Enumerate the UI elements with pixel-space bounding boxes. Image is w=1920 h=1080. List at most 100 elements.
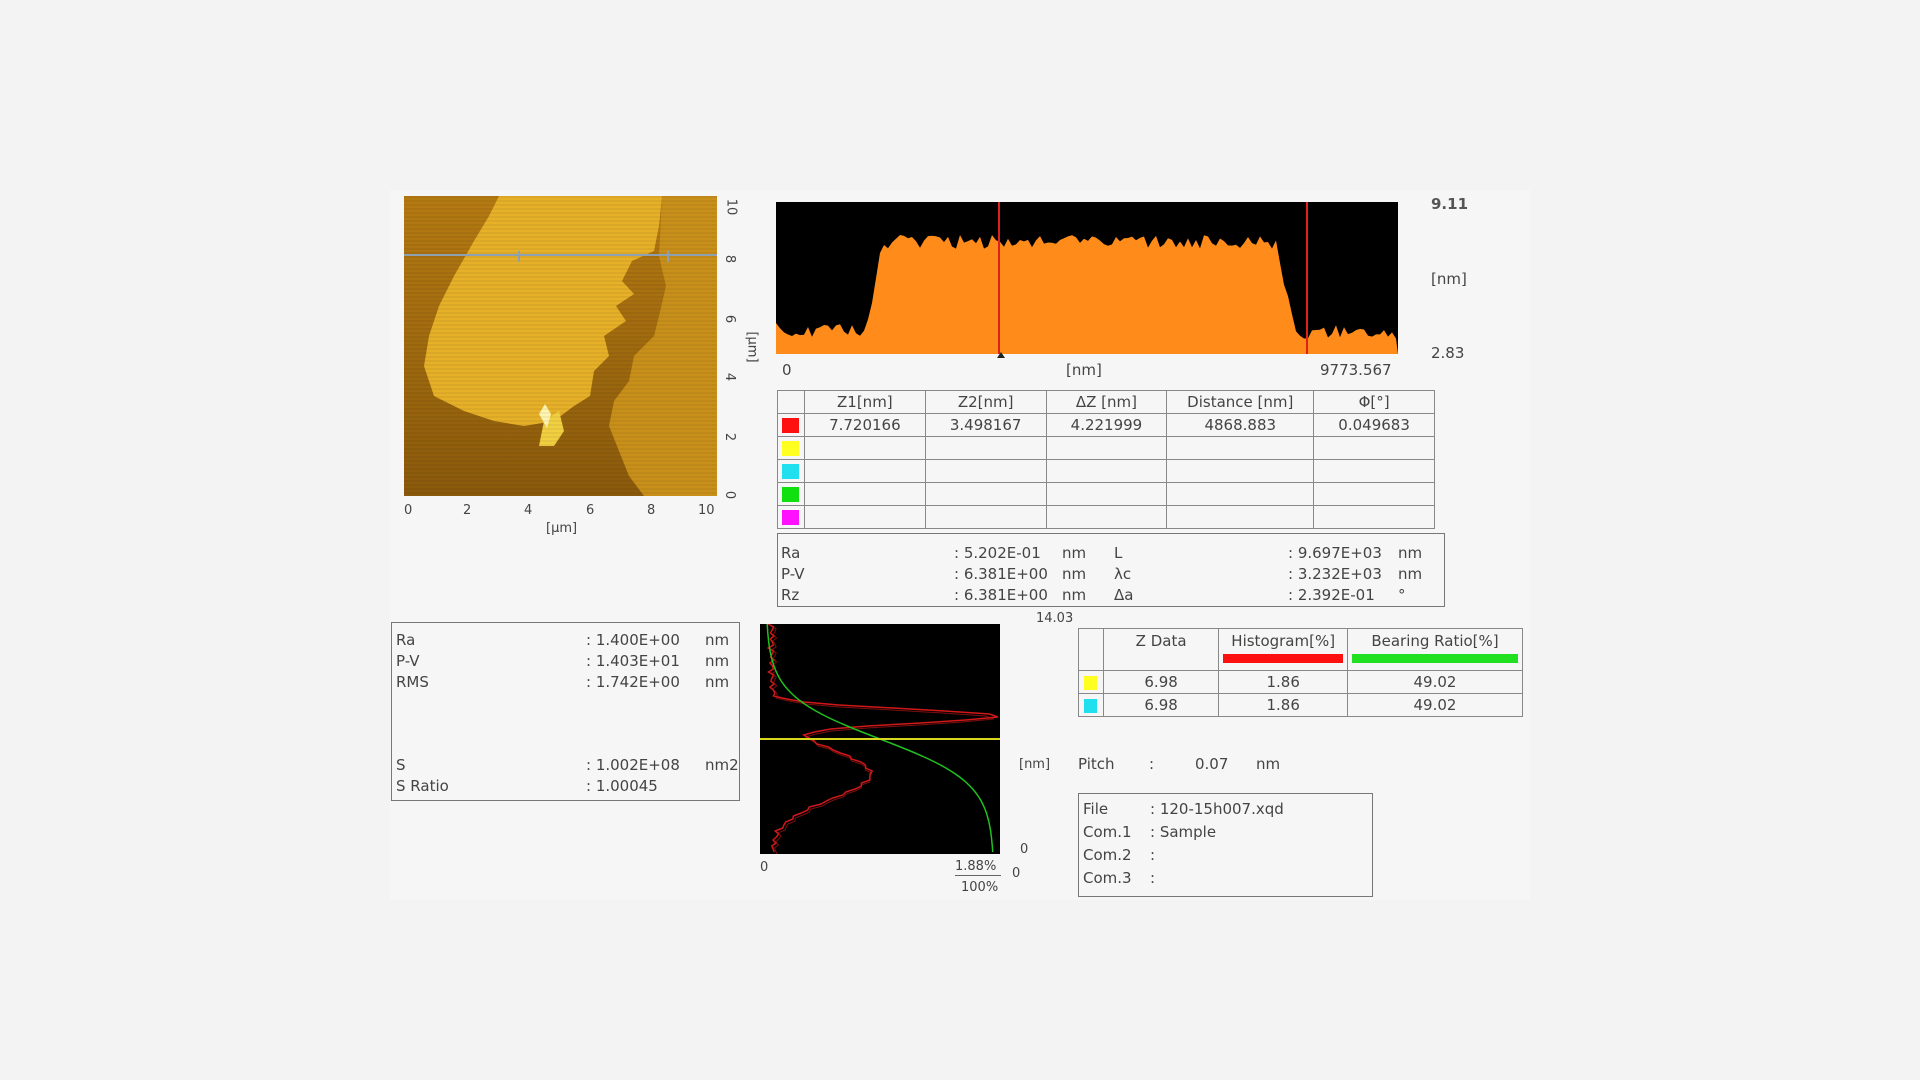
line-da-label: Δa (1114, 586, 1134, 604)
line-lc-value: : 3.232E+03 (1288, 565, 1382, 583)
table-row[interactable] (777, 505, 1435, 529)
line-rz-value: : 6.381E+00 (954, 586, 1048, 604)
line-profile[interactable] (776, 202, 1398, 354)
line-rz-unit: nm (1062, 586, 1087, 604)
com3-value: : (1150, 869, 1156, 887)
cell-z2: 3.498167 (924, 413, 1047, 437)
cell-bearing: 49.02 (1346, 693, 1524, 717)
bearing-table: Z Data Histogram[%] Bearing Ratio[%] 6.9… (1078, 628, 1524, 717)
afm-x-tick: 4 (524, 503, 533, 518)
line-l-label: L (1114, 544, 1123, 562)
cell-zdata: 6.98 (1102, 693, 1220, 717)
histogram-pct-bottom: 100% (961, 880, 999, 895)
line-l-unit: nm (1398, 544, 1423, 562)
afm-y-tick: 6 (722, 314, 738, 324)
com1-value: : Sample (1150, 823, 1217, 841)
profile-x-start: 0 (782, 361, 792, 379)
pitch-label: Pitch (1078, 755, 1115, 773)
cursor-color-swatch (782, 464, 800, 479)
area-pv-label: P-V (396, 652, 420, 670)
com1-label: Com.1 (1083, 823, 1132, 841)
histogram-unit-label: [nm] (1019, 757, 1051, 772)
bearing-cursor-swatch (1084, 675, 1098, 690)
bearing-color-bar (1351, 654, 1518, 663)
col-z1: Z1[nm] (803, 390, 926, 414)
profile-z-unit: [nm] (1431, 270, 1467, 288)
afm-y-tick: 0 (722, 490, 738, 500)
cell-bearing: 49.02 (1346, 670, 1524, 694)
file-info-box: File : 120-15h007.xqd Com.1 : Sample Com… (1078, 793, 1373, 897)
col-bearing: Bearing Ratio[%] (1346, 628, 1524, 671)
afm-x-tick: 8 (647, 503, 656, 518)
com3-label: Com.3 (1083, 869, 1132, 887)
pitch-value: 0.07 (1195, 755, 1229, 773)
line-pv-unit: nm (1062, 565, 1087, 583)
line-lc-label: λc (1114, 565, 1132, 583)
afm-y-tick: 4 (722, 372, 738, 382)
afm-y-tick: 10 (723, 198, 739, 216)
area-s-label: S (396, 756, 406, 774)
histogram-x-start: 0 (760, 860, 769, 875)
cell-histogram: 1.86 (1218, 670, 1348, 694)
table-row[interactable] (777, 436, 1435, 460)
bearing-cursor-swatch (1084, 698, 1098, 713)
table-row[interactable]: 6.98 1.86 49.02 (1078, 693, 1524, 717)
table-row[interactable] (777, 482, 1435, 506)
col-distance: Distance [nm] (1166, 390, 1315, 414)
area-rms-unit: nm (705, 673, 730, 691)
afm-x-tick: 6 (586, 503, 595, 518)
area-sratio-value: : 1.00045 (586, 777, 658, 795)
line-rz-label: Rz (781, 586, 800, 604)
col-zdata: Z Data (1102, 628, 1220, 671)
area-pv-unit: nm (705, 652, 730, 670)
file-label: File (1083, 800, 1109, 818)
profile-x-end: 9773.567 (1320, 361, 1392, 379)
line-l-value: : 9.697E+03 (1288, 544, 1382, 562)
histogram-bottom-zero: 0 (1012, 866, 1021, 881)
line-ra-label: Ra (781, 544, 801, 562)
line-lc-unit: nm (1398, 565, 1423, 583)
afm-y-tick: 2 (722, 432, 738, 442)
file-value: : 120-15h007.xqd (1150, 800, 1284, 818)
table-row[interactable]: 6.98 1.86 49.02 (1078, 670, 1524, 694)
profile-z-max: 9.11 (1431, 195, 1469, 213)
afm-x-tick: 10 (698, 503, 715, 518)
cell-histogram: 1.86 (1218, 693, 1348, 717)
profile-z-min: 2.83 (1431, 344, 1465, 362)
afm-x-tick: 2 (463, 503, 472, 518)
area-s-unit: nm2 (705, 756, 739, 774)
area-ra-label: Ra (396, 631, 416, 649)
area-roughness-box: Ra : 1.400E+00 nm P-V : 1.403E+01 nm RMS… (391, 622, 740, 801)
col-z2: Z2[nm] (924, 390, 1047, 414)
col-dz: ΔZ [nm] (1045, 390, 1168, 414)
cell-phi: 0.049683 (1313, 413, 1435, 437)
histogram-top-label: 14.03 (1036, 611, 1074, 626)
histogram-right-zero: 0 (1020, 842, 1029, 857)
col-histogram: Histogram[%] (1218, 628, 1348, 671)
cursor-table: Z1[nm] Z2[nm] ΔZ [nm] Distance [nm] Φ[°]… (777, 390, 1435, 529)
table-row[interactable]: 7.720166 3.498167 4.221999 4868.883 0.04… (777, 413, 1435, 437)
area-ra-value: : 1.400E+00 (586, 631, 680, 649)
area-rms-label: RMS (396, 673, 429, 691)
cell-dz: 4.221999 (1045, 413, 1168, 437)
histogram-pct-divider (955, 875, 1001, 876)
col-bearing-label: Bearing Ratio[%] (1371, 632, 1499, 650)
line-pv-label: P-V (781, 565, 805, 583)
line-ra-value: : 5.202E-01 (954, 544, 1041, 562)
line-ra-unit: nm (1062, 544, 1087, 562)
afm-image[interactable] (404, 196, 717, 496)
cursor-table-header: Z1[nm] Z2[nm] ΔZ [nm] Distance [nm] Φ[°] (777, 390, 1435, 414)
line-da-unit: ° (1398, 586, 1406, 604)
table-row[interactable] (777, 459, 1435, 483)
line-pv-value: : 6.381E+00 (954, 565, 1048, 583)
area-rms-value: : 1.742E+00 (586, 673, 680, 691)
com2-value: : (1150, 846, 1156, 864)
area-pv-value: : 1.403E+01 (586, 652, 680, 670)
histogram-color-bar (1223, 654, 1343, 663)
pitch-sep: : (1149, 755, 1155, 773)
pitch-unit: nm (1256, 755, 1281, 773)
histogram-plot[interactable] (760, 623, 1000, 855)
cursor-color-swatch (782, 510, 800, 525)
profile-x-unit: [nm] (1066, 361, 1102, 379)
afm-x-tick: 0 (404, 503, 413, 518)
